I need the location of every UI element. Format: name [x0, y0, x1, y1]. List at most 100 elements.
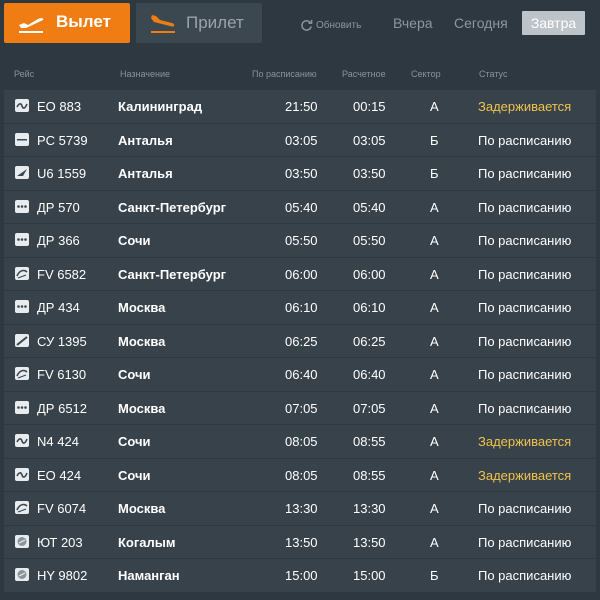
flight-status: Задерживается: [478, 467, 572, 483]
destination: Наманган: [118, 568, 180, 583]
airline-logo-icon: [15, 99, 29, 112]
flight-number: EO 883: [37, 99, 82, 114]
column-status: Статус: [479, 69, 508, 79]
destination: Санкт-Петербург: [118, 266, 227, 282]
estimated-time: 13:30: [353, 501, 386, 516]
tab-arrivals[interactable]: Прилет: [136, 3, 262, 43]
flight-row[interactable]: ДР 434 Москва 06:10 06:10 A По расписанию: [4, 291, 596, 324]
plane-landing-icon: [151, 15, 175, 33]
sector: A: [430, 400, 439, 416]
sector: A: [430, 300, 439, 315]
airline-logo-icon: [15, 434, 29, 447]
flight-row[interactable]: HY 9802 Наманган 15:00 15:00 Б По расписанию: [4, 559, 596, 592]
top-bar: Вылет Прилет Обновить Вчера Сегодня Завт…: [0, 0, 600, 48]
flight-row[interactable]: ДР 366 Сочи 05:50 05:50 A По расписанию: [4, 224, 596, 257]
flight-number: PC 5739: [37, 132, 88, 148]
scheduled-time: 06:25: [285, 333, 318, 349]
flight-number: N4 424: [37, 434, 79, 449]
refresh-icon: [301, 19, 313, 31]
flight-number: FV 6130: [37, 367, 87, 382]
airline-logo-icon: [15, 400, 29, 414]
destination: Москва: [118, 300, 166, 315]
sector: A: [430, 434, 439, 449]
estimated-time: 03:50: [353, 166, 386, 181]
destination: Когалым: [118, 534, 176, 550]
destination: Сочи: [118, 467, 151, 483]
flight-row[interactable]: FV 6074 Москва 13:30 13:30 A По расписанию: [4, 492, 596, 525]
flight-status: Задерживается: [478, 99, 572, 114]
estimated-time: 05:50: [353, 233, 386, 248]
flight-status: По расписанию: [478, 199, 572, 215]
flight-number: ДР 366: [37, 233, 80, 248]
column-estimated: Расчетное: [342, 69, 386, 79]
scheduled-time: 08:05: [285, 434, 318, 449]
plane-takeoff-icon: [19, 18, 44, 33]
table-header: Рейс Назначение По расписанию Расчетное …: [0, 66, 600, 84]
flight-row[interactable]: EO 883 Калининград 21:50 00:15 A Задерживаетс…: [4, 90, 596, 123]
airline-logo-icon: [15, 166, 29, 179]
flight-row[interactable]: FV 6582 Санкт-Петербург 06:00 06:00 A По расп…: [4, 257, 596, 290]
flight-status: По расписанию: [478, 233, 572, 248]
airline-logo-icon: [15, 534, 29, 548]
tab-arrivals-label: Прилет: [186, 13, 244, 32]
scheduled-time: 06:00: [285, 266, 318, 282]
estimated-time: 06:40: [353, 367, 386, 382]
column-sector: Сектор: [411, 69, 441, 79]
scheduled-time: 08:05: [285, 467, 318, 483]
airline-logo-icon: [15, 367, 29, 380]
flight-status: По расписанию: [478, 266, 572, 282]
flight-row[interactable]: ДР 6512 Москва 07:05 07:05 A По расписанию: [4, 391, 596, 424]
flight-row[interactable]: N4 424 Сочи 08:05 08:55 A Задерживается: [4, 425, 596, 458]
day-yesterday-button[interactable]: Вчера: [393, 11, 433, 35]
scheduled-time: 21:50: [285, 99, 318, 114]
sector: Б: [430, 568, 439, 583]
estimated-time: 03:05: [353, 132, 386, 148]
sector: A: [430, 199, 439, 215]
flight-row[interactable]: FV 6130 Сочи 06:40 06:40 A По расписанию: [4, 358, 596, 391]
sector: A: [430, 266, 439, 282]
flight-row[interactable]: СУ 1395 Москва 06:25 06:25 A По расписанию: [4, 324, 596, 357]
estimated-time: 15:00: [353, 568, 386, 583]
estimated-time: 00:15: [353, 99, 386, 114]
scheduled-time: 06:10: [285, 300, 318, 315]
airline-logo-icon: [15, 568, 29, 581]
flight-row[interactable]: ДР 570 Санкт-Петербург 05:40 05:40 A По распи…: [4, 190, 596, 223]
flight-number: FV 6074: [37, 501, 87, 516]
sector: A: [430, 501, 439, 516]
flight-number: HY 9802: [37, 568, 88, 583]
day-tomorrow-button[interactable]: Завтра: [522, 11, 585, 35]
destination: Москва: [118, 501, 166, 516]
flight-number: FV 6582: [37, 266, 87, 282]
estimated-time: 06:25: [353, 333, 386, 349]
flight-row[interactable]: EO 424 Сочи 08:05 08:55 A Задерживается: [4, 458, 596, 491]
scheduled-time: 07:05: [285, 400, 318, 416]
flight-status: По расписанию: [478, 333, 572, 349]
estimated-time: 07:05: [353, 400, 386, 416]
tab-departures[interactable]: Вылет: [4, 3, 130, 43]
flight-row[interactable]: ЮТ 203 Когалым 13:50 13:50 A По расписанию: [4, 525, 596, 558]
flight-row[interactable]: PC 5739 Анталья 03:05 03:05 Б По расписанию: [4, 123, 596, 156]
flight-status: По расписанию: [478, 132, 572, 148]
scheduled-time: 05:50: [285, 233, 318, 248]
scheduled-time: 15:00: [285, 568, 318, 583]
sector: A: [430, 99, 439, 114]
flight-status: По расписанию: [478, 568, 572, 583]
flight-number: ДР 570: [37, 199, 80, 215]
airline-logo-icon: [15, 333, 29, 347]
refresh-button[interactable]: Обновить: [300, 17, 361, 33]
estimated-time: 05:40: [353, 199, 386, 215]
flight-number: U6 1559: [37, 166, 87, 181]
destination: Анталья: [118, 166, 173, 181]
flight-status: По расписанию: [478, 367, 572, 382]
flight-number: ДР 6512: [37, 400, 88, 416]
column-scheduled: По расписанию: [252, 69, 317, 79]
flight-number: СУ 1395: [37, 333, 87, 349]
sector: A: [430, 333, 439, 349]
flight-row[interactable]: U6 1559 Анталья 03:50 03:50 Б По расписанию: [4, 157, 596, 190]
airline-logo-icon: [15, 501, 29, 514]
day-today-button[interactable]: Сегодня: [454, 11, 508, 35]
sector: A: [430, 233, 439, 248]
airline-logo-icon: [15, 300, 29, 313]
flight-status: По расписанию: [478, 534, 572, 550]
flight-status: Задерживается: [478, 434, 572, 449]
